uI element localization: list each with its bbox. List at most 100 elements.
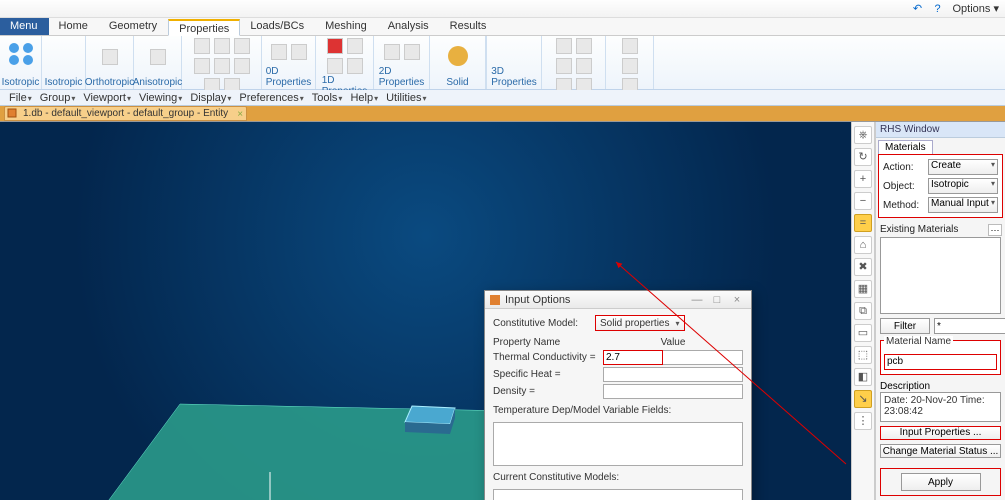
composite-icon-2[interactable] xyxy=(214,38,230,54)
input-properties-button[interactable]: Input Properties ... xyxy=(880,426,1001,440)
pa-icon-3[interactable] xyxy=(556,58,572,74)
close-dialog-icon[interactable]: × xyxy=(727,294,747,306)
undo-icon[interactable]: ↶ xyxy=(911,2,925,16)
close-icon[interactable]: × xyxy=(237,108,243,122)
0d-icon-2[interactable] xyxy=(291,44,307,60)
material-name-label: Material Name xyxy=(884,336,953,347)
minimize-icon[interactable]: — xyxy=(687,294,707,306)
prop-density-input[interactable] xyxy=(603,384,743,399)
object-label: Object: xyxy=(883,181,925,192)
fields-icon-1[interactable] xyxy=(622,38,638,54)
method-select[interactable]: Manual Input xyxy=(928,197,998,213)
prop-specific-heat-input[interactable] xyxy=(603,367,743,382)
ribbon-group-orthotropic: Orthotropic xyxy=(85,76,134,88)
list-options-icon[interactable]: ⋯ xyxy=(988,224,1002,236)
pa-icon-4[interactable] xyxy=(576,58,592,74)
menu-preferences[interactable]: Preferences xyxy=(236,92,306,104)
tab-home[interactable]: Home xyxy=(49,18,99,35)
1d-icon-4[interactable] xyxy=(347,58,363,74)
0d-icon-1[interactable] xyxy=(271,44,287,60)
change-material-status-button[interactable]: Change Material Status ... xyxy=(880,444,1001,458)
tab-geometry[interactable]: Geometry xyxy=(99,18,168,35)
temp-dep-textarea[interactable] xyxy=(493,422,743,466)
document-tab[interactable]: 1.db - default_viewport - default_group … xyxy=(4,106,247,121)
composite-icon-5[interactable] xyxy=(214,58,230,74)
options-menu[interactable]: Options ▾ xyxy=(953,2,1000,15)
ribbon-isotropic-big[interactable]: Isotropic xyxy=(0,36,42,89)
dialog-titlebar[interactable]: Input Options — □ × xyxy=(485,291,751,309)
composite-icon-3[interactable] xyxy=(234,38,250,54)
vbtn-7[interactable]: ▦ xyxy=(854,280,872,298)
1d-icon-2[interactable] xyxy=(347,38,363,54)
vbtn-11[interactable]: ◧ xyxy=(854,368,872,386)
anisotropic-icon[interactable] xyxy=(150,49,166,65)
1d-icon-3[interactable] xyxy=(327,58,343,74)
composite-icon-6[interactable] xyxy=(234,58,250,74)
menu-utilities[interactable]: Utilities xyxy=(383,92,429,104)
menu-tools[interactable]: Tools xyxy=(309,92,346,104)
rhs-tab-materials[interactable]: Materials xyxy=(878,140,933,154)
vbtn-3[interactable]: − xyxy=(854,192,872,210)
pa-icon-1[interactable] xyxy=(556,38,572,54)
menu-help[interactable]: Help xyxy=(347,92,381,104)
viewport-3d[interactable]: Input Options — □ × Constitutive Model: … xyxy=(0,122,851,500)
tab-properties[interactable]: Properties xyxy=(168,19,240,36)
menu-viewing[interactable]: Viewing xyxy=(136,92,185,104)
fields-icon-2[interactable] xyxy=(622,58,638,74)
2d-icon-2[interactable] xyxy=(404,44,420,60)
composite-icon-1[interactable] xyxy=(194,38,210,54)
description-label: Description xyxy=(880,381,1001,392)
temp-dep-label: Temperature Dep/Model Variable Fields: xyxy=(493,405,743,416)
vbtn-10[interactable]: ⬚ xyxy=(854,346,872,364)
method-label: Method: xyxy=(883,200,925,211)
object-select[interactable]: Isotropic xyxy=(928,178,998,194)
description-value[interactable]: Date: 20-Nov-20 Time: 23:08:42 xyxy=(880,392,1001,422)
existing-materials-label: Existing Materials xyxy=(880,224,1001,235)
tab-results[interactable]: Results xyxy=(440,18,498,35)
orthotropic-icon[interactable] xyxy=(102,49,118,65)
material-name-input[interactable] xyxy=(884,354,997,370)
composite-icon-4[interactable] xyxy=(194,58,210,74)
menu-file[interactable]: File xyxy=(6,92,35,104)
main-tabs: Menu Home Geometry Properties Loads/BCs … xyxy=(0,18,1005,36)
maximize-icon[interactable]: □ xyxy=(707,294,727,306)
vbtn-4[interactable]: = xyxy=(854,214,872,232)
dialog-icon xyxy=(489,294,501,306)
vbtn-2[interactable]: + xyxy=(854,170,872,188)
constitutive-model-select[interactable]: Solid properties xyxy=(595,315,685,331)
menu-group[interactable]: Group xyxy=(37,92,79,104)
apply-button[interactable]: Apply xyxy=(901,473,981,491)
menu-viewport[interactable]: Viewport xyxy=(80,92,134,104)
doc-icon xyxy=(7,108,17,118)
help-icon[interactable]: ? xyxy=(931,2,945,16)
ribbon: Isotropic Isotropic Orthotropic Anisotro… xyxy=(0,36,1005,90)
vbtn-9[interactable]: ▭ xyxy=(854,324,872,342)
tab-analysis[interactable]: Analysis xyxy=(378,18,440,35)
document-tabs: 1.db - default_viewport - default_group … xyxy=(0,106,1005,122)
vbtn-1[interactable]: ↻ xyxy=(854,148,872,166)
tab-meshing[interactable]: Meshing xyxy=(315,18,378,35)
material-name-group: Material Name xyxy=(880,340,1001,375)
1d-icon-1[interactable] xyxy=(327,38,343,54)
vbtn-13[interactable]: ⋮ xyxy=(854,412,872,430)
menu-display[interactable]: Display xyxy=(187,92,234,104)
col-property-name: Property Name xyxy=(493,337,603,348)
vbtn-6[interactable]: ✖ xyxy=(854,258,872,276)
existing-materials-list[interactable]: ⋯ xyxy=(880,237,1001,314)
vbtn-12[interactable]: ↘ xyxy=(854,390,872,408)
pa-icon-2[interactable] xyxy=(576,38,592,54)
solid-icon[interactable] xyxy=(443,44,473,70)
vbtn-5[interactable]: ⌂ xyxy=(854,236,872,254)
tab-menu[interactable]: Menu xyxy=(0,18,49,35)
prop-thermal-conductivity-input[interactable] xyxy=(603,350,663,365)
filter-input[interactable] xyxy=(934,318,1005,334)
2d-icon-1[interactable] xyxy=(384,44,400,60)
vbtn-0[interactable]: ⎈ xyxy=(854,126,872,144)
col-value: Value xyxy=(603,337,743,348)
current-models-textarea[interactable] xyxy=(493,489,743,500)
vbtn-8[interactable]: ⧉ xyxy=(854,302,872,320)
prop-thermal-conductivity-extra[interactable] xyxy=(663,350,743,365)
tab-loads-bcs[interactable]: Loads/BCs xyxy=(240,18,315,35)
filter-button[interactable]: Filter xyxy=(880,318,930,334)
action-select[interactable]: Create xyxy=(928,159,998,175)
